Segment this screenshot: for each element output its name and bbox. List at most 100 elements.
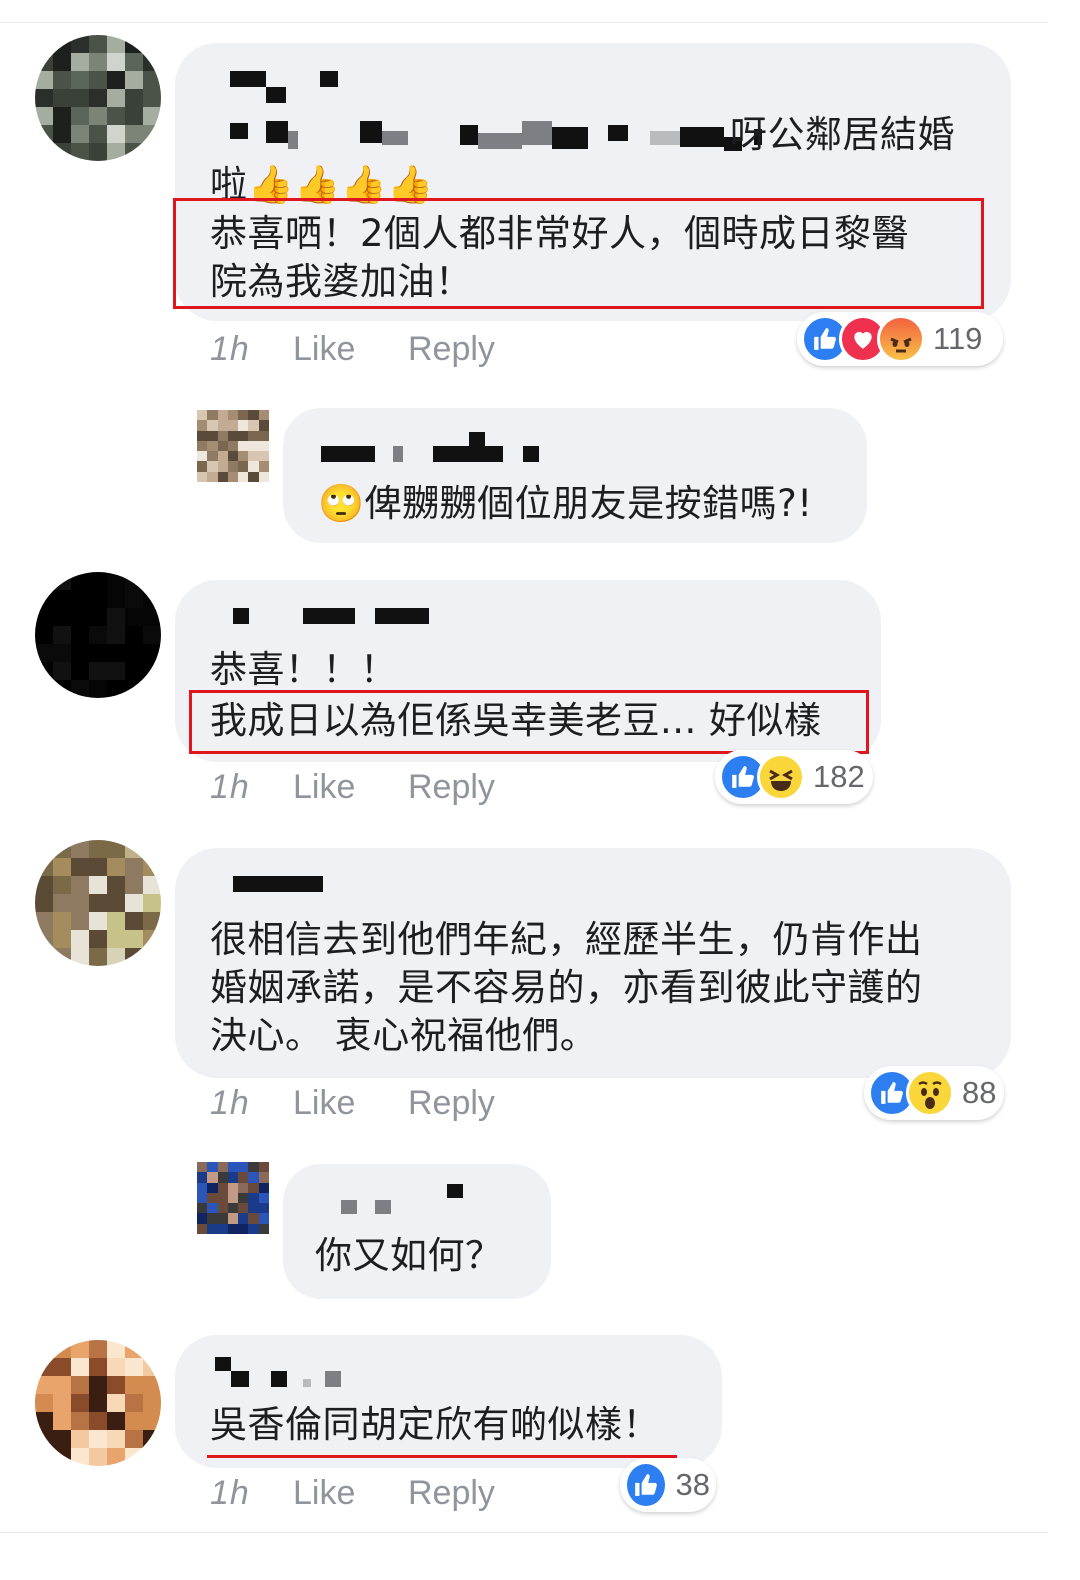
avatar-pixel [217, 1162, 228, 1173]
avatar[interactable] [197, 1162, 269, 1234]
timestamp[interactable]: 1h [210, 768, 250, 806]
avatar-pixel [258, 440, 269, 452]
avatar-pixel [197, 1172, 208, 1183]
avatar-pixel [125, 644, 143, 662]
avatar[interactable] [197, 410, 269, 482]
avatar-pixel [107, 1376, 125, 1394]
reply-link[interactable]: Reply [408, 1084, 495, 1123]
avatar-pixel [35, 894, 53, 912]
reaction-summary[interactable]: 182 [715, 750, 873, 804]
avatar-pixel [107, 1358, 125, 1376]
avatar-pixel [125, 143, 143, 161]
avatar-pixel [227, 420, 239, 431]
avatar-pixel [89, 1358, 107, 1376]
avatar-pixel [227, 1172, 239, 1183]
avatar-pixel [143, 1394, 161, 1412]
avatar-pixel [238, 451, 249, 462]
avatar-pixel [248, 1203, 259, 1214]
avatar-pixel [53, 53, 71, 71]
avatar[interactable] [35, 840, 161, 966]
avatar-pixel [107, 626, 125, 644]
comment-text: 院為我婆加油！ [210, 260, 473, 303]
avatar-pixel [35, 89, 53, 107]
like-link[interactable]: Like [293, 1474, 355, 1513]
avatar-pixel [248, 410, 259, 421]
avatar[interactable] [35, 572, 161, 698]
avatar-pixel [89, 107, 107, 125]
avatar-pixel [125, 912, 143, 930]
reaction-summary[interactable]: 119 [797, 312, 1003, 366]
avatar[interactable] [35, 1340, 161, 1466]
avatar-pixel [207, 420, 218, 431]
avatar-pixel [143, 572, 161, 590]
avatar-pixel [227, 1203, 239, 1214]
reaction-summary[interactable]: 88 [864, 1066, 1004, 1120]
avatar-pixel [258, 1213, 269, 1224]
avatar-pixel [227, 461, 239, 472]
reply-link[interactable]: Reply [408, 768, 495, 807]
avatar-pixel [125, 1412, 143, 1430]
avatar-pixel [89, 1412, 107, 1430]
comment-text: 很相信去到他們年紀，經歷半生，仍肯作出 [210, 918, 923, 961]
avatar-pixel [107, 1394, 125, 1412]
avatar-pixel [197, 1162, 208, 1173]
like-link[interactable]: Like [293, 330, 355, 369]
reply-link[interactable]: Reply [408, 1474, 495, 1513]
avatar-pixel [248, 1223, 259, 1234]
avatar-pixel [107, 662, 125, 680]
avatar-pixel [89, 626, 107, 644]
avatar-pixel [125, 1358, 143, 1376]
timestamp[interactable]: 1h [210, 330, 250, 368]
avatar-pixel [107, 590, 125, 608]
avatar-pixel [89, 1376, 107, 1394]
comment-text: 吳香倫同胡定欣有啲似樣！ [210, 1403, 660, 1446]
comment-actions: 1h Like Reply [210, 768, 495, 807]
avatar-pixel [125, 680, 143, 698]
avatar-pixel [35, 590, 53, 608]
avatar-pixel [258, 1182, 269, 1193]
timestamp[interactable]: 1h [210, 1474, 250, 1512]
avatar-pixel [35, 1430, 53, 1448]
avatar-pixel [207, 430, 218, 441]
reaction-count: 119 [933, 321, 983, 356]
avatar-pixel [35, 35, 53, 53]
reply-bubble: 🙄俾嬲嬲個位朋友是按錯嗎?! [283, 408, 867, 543]
avatar-pixel [125, 35, 143, 53]
avatar-pixel [197, 451, 208, 462]
like-link[interactable]: Like [293, 768, 355, 807]
avatar-pixel [207, 451, 218, 462]
avatar-pixel [35, 572, 53, 590]
avatar-pixel [143, 53, 161, 71]
avatar-pixel [89, 680, 107, 698]
avatar-pixel [248, 440, 259, 452]
reaction-summary[interactable]: 38 [620, 1458, 716, 1512]
reaction-count: 182 [813, 759, 865, 794]
avatar-pixel [125, 608, 143, 626]
avatar[interactable] [35, 35, 161, 161]
avatar-pixel [125, 894, 143, 912]
avatar-pixel [125, 89, 143, 107]
avatar-pixel [71, 858, 89, 876]
wow-icon [906, 1069, 954, 1117]
avatar-pixel [143, 143, 161, 161]
avatar-pixel [71, 948, 89, 966]
avatar-pixel [35, 53, 53, 71]
avatar-pixel [53, 1412, 71, 1430]
avatar-pixel [227, 410, 239, 421]
avatar-pixel [227, 1182, 239, 1193]
avatar-pixel [71, 89, 89, 107]
avatar-pixel [53, 948, 71, 966]
reaction-count: 38 [675, 1467, 710, 1502]
avatar-pixel [107, 644, 125, 662]
avatar-pixel [217, 1182, 228, 1193]
like-link[interactable]: Like [293, 1084, 355, 1123]
timestamp[interactable]: 1h [210, 1084, 250, 1122]
reaction-count: 88 [962, 1075, 997, 1110]
avatar-pixel [53, 1394, 71, 1412]
reply-link[interactable]: Reply [408, 330, 495, 369]
avatar-pixel [35, 1376, 53, 1394]
avatar-pixel [125, 1340, 143, 1358]
avatar-pixel [89, 125, 107, 143]
avatar-pixel [238, 1203, 249, 1214]
avatar-pixel [238, 410, 249, 421]
